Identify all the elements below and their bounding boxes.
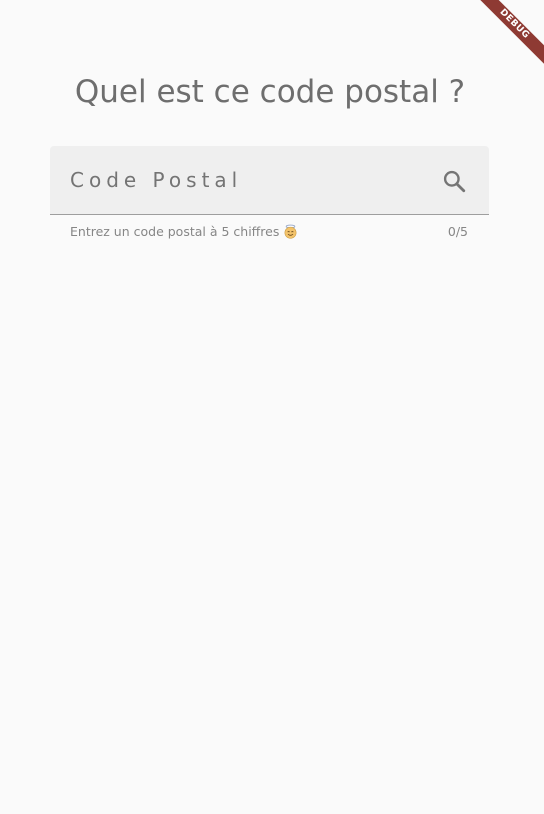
smiling-face-with-halo-icon xyxy=(284,224,297,239)
postal-code-field[interactable] xyxy=(50,146,489,215)
debug-banner-label: DEBUG xyxy=(466,0,544,72)
page-title: Quel est ce code postal ? xyxy=(74,74,466,110)
helper-text: Entrez un code postal à 5 chiffres xyxy=(70,224,280,239)
search-icon[interactable] xyxy=(441,168,467,194)
helper-text-container: Entrez un code postal à 5 chiffres xyxy=(70,224,298,239)
postal-code-input[interactable] xyxy=(70,146,430,214)
app-screen: DEBUG Quel est ce code postal ? Entrez u… xyxy=(0,0,544,814)
character-counter: 0/5 xyxy=(447,224,468,239)
field-helper-row: Entrez un code postal à 5 chiffres 0/5 xyxy=(70,224,468,239)
